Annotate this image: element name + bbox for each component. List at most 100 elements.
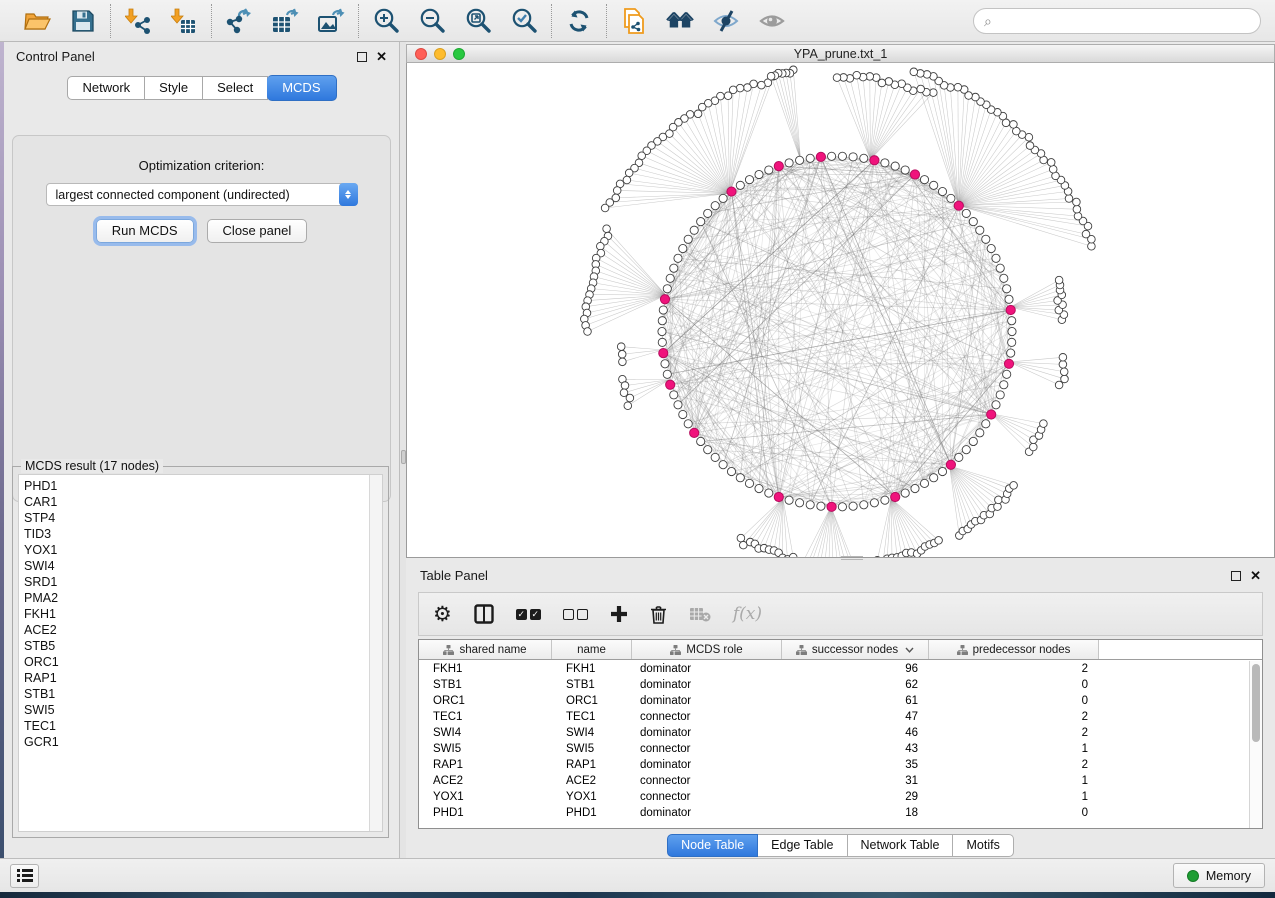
run-mcds-button[interactable]: Run MCDS [96, 219, 194, 243]
mcds-list-scrollbar[interactable] [369, 475, 382, 831]
column-header-successor-nodes[interactable]: successor nodes [782, 640, 929, 659]
list-item[interactable]: STB5 [24, 638, 382, 654]
table-cell[interactable]: dominator [632, 663, 782, 675]
network-window-titlebar[interactable]: YPA_prune.txt_1 [406, 44, 1275, 63]
close-panel-icon[interactable]: ✕ [376, 50, 387, 63]
table-cell[interactable]: dominator [632, 695, 782, 707]
table-cell[interactable]: 0 [929, 695, 1099, 707]
table-cell[interactable]: connector [632, 791, 782, 803]
column-header-shared-name[interactable]: shared name [419, 640, 552, 659]
list-item[interactable]: YOX1 [24, 542, 382, 558]
table-cell[interactable]: 47 [782, 711, 929, 723]
tab-network[interactable]: Network [67, 76, 145, 100]
table-row[interactable]: SWI5SWI5connector431 [419, 741, 1249, 757]
list-item[interactable]: TEC1 [24, 718, 382, 734]
close-panel-button[interactable]: Close panel [207, 219, 308, 243]
table-row[interactable]: TEC1TEC1connector472 [419, 709, 1249, 725]
table-cell[interactable]: PHD1 [552, 807, 632, 819]
tab-edge-table[interactable]: Edge Table [758, 834, 847, 857]
table-cell[interactable]: 0 [929, 807, 1099, 819]
list-item[interactable]: SWI5 [24, 702, 382, 718]
table-cell[interactable]: 1 [929, 775, 1099, 787]
table-cell[interactable]: FKH1 [552, 663, 632, 675]
table-cell[interactable]: 1 [929, 791, 1099, 803]
list-item[interactable]: SRD1 [24, 574, 382, 590]
save-session-icon[interactable] [69, 7, 97, 35]
table-scrollbar-thumb[interactable] [1252, 664, 1260, 742]
table-cell[interactable]: YOX1 [419, 791, 552, 803]
add-icon[interactable] [610, 601, 628, 627]
list-item[interactable]: FKH1 [24, 606, 382, 622]
table-row[interactable]: SWI4SWI4dominator462 [419, 725, 1249, 741]
table-cell[interactable]: RAP1 [552, 759, 632, 771]
table-row[interactable]: STB1STB1dominator620 [419, 677, 1249, 693]
zoom-out-icon[interactable] [418, 7, 446, 35]
table-cell[interactable]: STB1 [552, 679, 632, 691]
table-cell[interactable]: STB1 [419, 679, 552, 691]
list-item[interactable]: TID3 [24, 526, 382, 542]
table-cell[interactable]: ORC1 [419, 695, 552, 707]
table-cell[interactable]: 61 [782, 695, 929, 707]
list-item[interactable]: ACE2 [24, 622, 382, 638]
tab-mcds[interactable]: MCDS [267, 75, 336, 101]
table-cell[interactable]: SWI4 [419, 727, 552, 739]
mcds-result-list[interactable]: PHD1CAR1STP4TID3YOX1SWI4SRD1PMA2FKH1ACE2… [18, 474, 383, 832]
table-panel-splitter-handle[interactable] [841, 556, 863, 560]
table-cell[interactable]: TEC1 [552, 711, 632, 723]
column-header-name[interactable]: name [552, 640, 632, 659]
zoom-fit-icon[interactable] [464, 7, 492, 35]
splitter-handle[interactable] [401, 450, 406, 464]
list-item[interactable]: PHD1 [24, 478, 382, 494]
table-cell[interactable]: 2 [929, 727, 1099, 739]
table-row[interactable]: PHD1PHD1dominator180 [419, 805, 1249, 821]
table-cell[interactable]: SWI4 [552, 727, 632, 739]
table-cell[interactable]: ORC1 [552, 695, 632, 707]
table-row[interactable]: ACE2ACE2connector311 [419, 773, 1249, 789]
list-item[interactable]: PMA2 [24, 590, 382, 606]
table-scrollbar[interactable] [1249, 661, 1262, 828]
list-item[interactable]: GCR1 [24, 734, 382, 750]
float-table-panel-icon[interactable] [1231, 571, 1241, 581]
table-cell[interactable]: dominator [632, 807, 782, 819]
zoom-in-icon[interactable] [372, 7, 400, 35]
close-table-panel-icon[interactable]: ✕ [1250, 569, 1261, 582]
table-cell[interactable]: connector [632, 711, 782, 723]
tab-motifs[interactable]: Motifs [953, 834, 1013, 857]
refresh-layout-icon[interactable] [565, 7, 593, 35]
tab-node-table[interactable]: Node Table [667, 834, 758, 857]
first-neighbors-icon[interactable] [666, 7, 694, 35]
table-cell[interactable]: 31 [782, 775, 929, 787]
memory-button[interactable]: Memory [1173, 863, 1265, 888]
tab-select[interactable]: Select [203, 76, 268, 100]
table-cell[interactable]: 2 [929, 711, 1099, 723]
search-input[interactable] [998, 14, 1250, 28]
network-view-canvas[interactable] [406, 63, 1275, 558]
table-cell[interactable]: 62 [782, 679, 929, 691]
select-all-icon[interactable]: ✓✓ [516, 601, 541, 627]
table-cell[interactable]: 96 [782, 663, 929, 675]
open-file-icon[interactable] [23, 7, 51, 35]
hide-selected-icon[interactable] [712, 7, 740, 35]
zoom-selected-icon[interactable] [510, 7, 538, 35]
tab-network-table[interactable]: Network Table [848, 834, 954, 857]
table-cell[interactable]: 46 [782, 727, 929, 739]
list-item[interactable]: SWI4 [24, 558, 382, 574]
import-network-icon[interactable] [124, 7, 152, 35]
delete-icon[interactable] [650, 601, 667, 627]
clone-network-icon[interactable] [620, 7, 648, 35]
column-header-MCDS-role[interactable]: MCDS role [632, 640, 782, 659]
list-item[interactable]: ORC1 [24, 654, 382, 670]
list-item[interactable]: RAP1 [24, 670, 382, 686]
export-network-icon[interactable] [225, 7, 253, 35]
criterion-dropdown[interactable]: largest connected component (undirected) [46, 183, 358, 206]
table-cell[interactable]: 1 [929, 743, 1099, 755]
table-cell[interactable]: connector [632, 775, 782, 787]
table-cell[interactable]: 18 [782, 807, 929, 819]
table-settings-icon[interactable]: ⚙ [433, 601, 452, 627]
table-cell[interactable]: SWI5 [419, 743, 552, 755]
list-item[interactable]: CAR1 [24, 494, 382, 510]
export-image-icon[interactable] [317, 7, 345, 35]
table-cell[interactable]: dominator [632, 679, 782, 691]
table-cell[interactable]: 2 [929, 759, 1099, 771]
table-cell[interactable]: 2 [929, 663, 1099, 675]
